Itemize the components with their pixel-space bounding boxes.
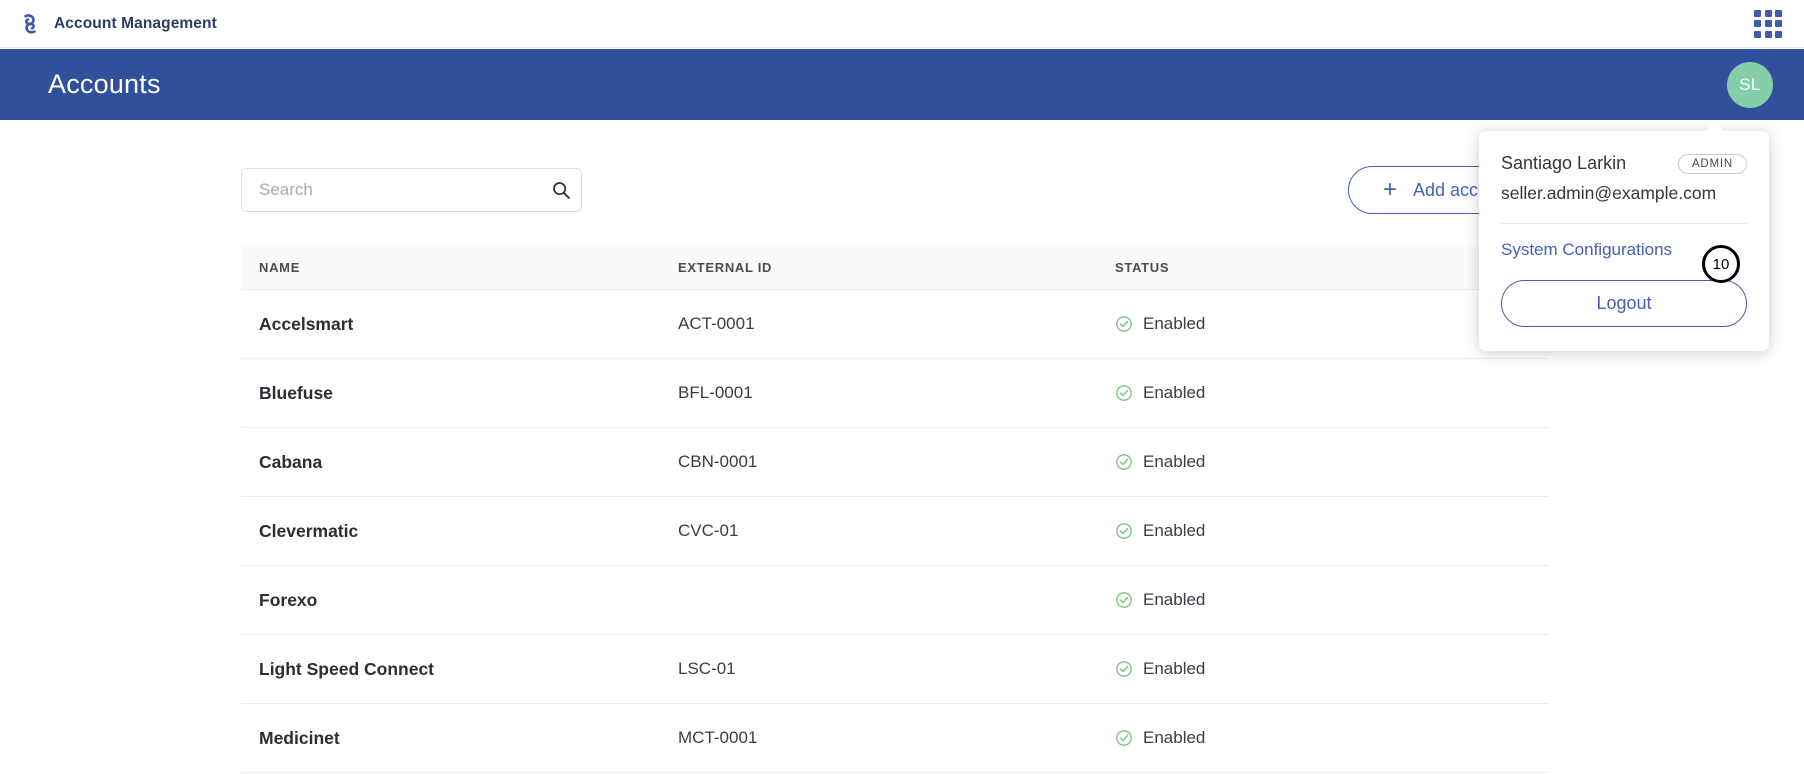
- check-circle-icon: [1116, 523, 1132, 539]
- check-circle-icon: [1116, 661, 1132, 677]
- table-row[interactable]: Accelsmart ACT-0001 Enabled: [241, 290, 1548, 359]
- profile-email: seller.admin@example.com: [1501, 183, 1717, 203]
- table-row[interactable]: Forexo Enabled: [241, 566, 1548, 635]
- grid-cell: [1775, 30, 1782, 38]
- table-header-row: NAME EXTERNAL ID STATUS: [241, 245, 1548, 290]
- grid-cell: [1775, 9, 1782, 17]
- table-row[interactable]: Bluefuse BFL-0001 Enabled: [241, 359, 1548, 428]
- accounts-page: Account Management Accounts SL + Add: [0, 0, 1804, 774]
- brand-title: Account Management: [54, 14, 217, 32]
- table-row[interactable]: Medicinet MCT-0001 Enabled: [241, 704, 1548, 773]
- check-circle-icon: [1116, 592, 1132, 608]
- cell-name: Light Speed Connect: [259, 658, 434, 679]
- status-label: Enabled: [1143, 659, 1206, 678]
- toolbar: + Add account: [241, 166, 1548, 214]
- table-body: Accelsmart ACT-0001 Enabled Bluefuse BFL-000…: [241, 290, 1548, 773]
- divider: [1501, 223, 1747, 224]
- column-header-external-id: EXTERNAL ID: [678, 259, 773, 275]
- avatar[interactable]: SL: [1727, 61, 1773, 108]
- role-badge: ADMIN: [1677, 153, 1747, 174]
- brand[interactable]: Account Management: [0, 11, 217, 37]
- plus-icon: +: [1382, 176, 1397, 203]
- swirl-logo-icon: [24, 13, 36, 34]
- cell-name: Bluefuse: [259, 382, 333, 403]
- search-icon[interactable]: [541, 180, 581, 200]
- grid-cell: [1775, 20, 1782, 27]
- app-bar: Account Management: [0, 0, 1804, 48]
- profile-user-name: Santiago Larkin: [1501, 153, 1627, 173]
- cell-name: Accelsmart: [259, 313, 354, 334]
- status-label: Enabled: [1143, 314, 1206, 333]
- page-banner: Accounts SL: [0, 49, 1804, 120]
- cell-external-id: BFL-0001: [678, 383, 753, 402]
- grid-cell: [1764, 30, 1772, 38]
- status-label: Enabled: [1143, 383, 1206, 402]
- cell-name: Clevermatic: [259, 520, 359, 541]
- cell-status: Enabled: [1115, 452, 1548, 472]
- check-circle-icon: [1116, 730, 1132, 746]
- status-label: Enabled: [1143, 728, 1206, 747]
- table-row[interactable]: Light Speed Connect LSC-01 Enabled: [241, 635, 1548, 704]
- profile-name-row: Santiago Larkin ADMIN: [1501, 153, 1747, 174]
- page-title: Accounts: [48, 69, 161, 99]
- cell-external-id: ACT-0001: [678, 314, 755, 333]
- cell-status: Enabled: [1115, 383, 1548, 403]
- grid-cell: [1754, 30, 1761, 38]
- check-circle-icon: [1116, 316, 1132, 332]
- cell-name: Cabana: [259, 451, 323, 472]
- grid-cell: [1754, 9, 1761, 17]
- search-box[interactable]: [241, 168, 582, 212]
- cell-external-id: LSC-01: [678, 659, 736, 678]
- profile-dropdown: Santiago Larkin ADMIN seller.admin@examp…: [1479, 122, 1769, 351]
- accounts-table: NAME EXTERNAL ID STATUS Accelsmart ACT-00…: [241, 245, 1548, 773]
- status-label: Enabled: [1143, 590, 1206, 609]
- table-row[interactable]: Cabana CBN-0001 Enabled: [241, 428, 1548, 497]
- check-circle-icon: [1116, 454, 1132, 470]
- table-row[interactable]: Clevermatic CVC-01 Enabled: [241, 497, 1548, 566]
- cell-status: Enabled: [1115, 728, 1548, 748]
- cell-status: Enabled: [1115, 659, 1548, 679]
- grid-cell: [1764, 9, 1772, 17]
- cell-name: Forexo: [259, 589, 318, 610]
- cell-status: Enabled: [1115, 521, 1548, 541]
- annotation-marker-10: 10: [1702, 245, 1740, 283]
- grid-cell: [1764, 20, 1772, 27]
- cell-name: Medicinet: [259, 727, 340, 748]
- cell-external-id: MCT-0001: [678, 728, 758, 747]
- column-header-name: NAME: [259, 259, 301, 275]
- system-configurations-link[interactable]: System Configurations: [1501, 240, 1672, 259]
- apps-grid-icon[interactable]: [1754, 9, 1782, 38]
- grid-cell: [1754, 20, 1761, 27]
- check-circle-icon: [1116, 385, 1132, 401]
- search-input[interactable]: [242, 169, 541, 211]
- cell-external-id: CBN-0001: [678, 452, 758, 471]
- cell-status: Enabled: [1115, 590, 1548, 610]
- status-label: Enabled: [1143, 452, 1206, 471]
- cell-external-id: CVC-01: [678, 521, 739, 540]
- status-label: Enabled: [1143, 521, 1206, 540]
- logout-button[interactable]: Logout: [1501, 280, 1747, 327]
